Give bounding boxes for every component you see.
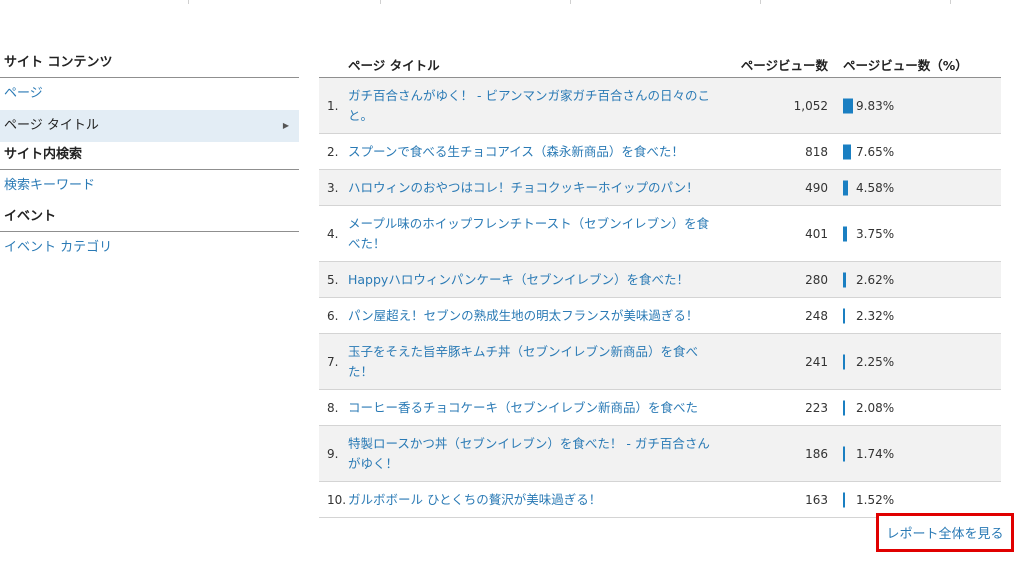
percent-bar — [843, 308, 845, 323]
percent-value: 1.52% — [856, 492, 895, 507]
sidebar-item-page[interactable]: ページ — [0, 78, 299, 110]
page-title-link[interactable]: 玉子をそえた旨辛豚キムチ丼（セブンイレブン新商品）を食べた！ — [348, 342, 718, 382]
section-header-events: イベント — [0, 204, 299, 232]
percent-value: 3.75% — [856, 226, 895, 241]
percent-bar — [843, 226, 847, 241]
section-header-site-content: サイト コンテンツ — [0, 50, 299, 78]
row-number: 1. — [327, 98, 339, 113]
pageviews-value: 163 — [805, 492, 828, 507]
table-row: 8. コーヒー香るチョコケーキ（セブンイレブン新商品）を食べた 223 2.08… — [319, 390, 1001, 426]
row-number: 10. — [327, 492, 347, 507]
percent-value: 2.08% — [856, 400, 895, 415]
row-number: 6. — [327, 308, 339, 323]
table-row: 5. Happyハロウィンパンケーキ（セブンイレブン）を食べた！ 280 2.6… — [319, 262, 1001, 298]
sidebar-item-label: ページ タイトル — [4, 118, 99, 133]
sidebar-item-event-category[interactable]: イベント カテゴリ — [0, 232, 299, 264]
percent-bar — [843, 400, 845, 415]
page-title-link[interactable]: Happyハロウィンパンケーキ（セブンイレブン）を食べた！ — [348, 270, 718, 290]
section-header-site-search: サイト内検索 — [0, 142, 299, 170]
percent-value: 4.58% — [856, 180, 895, 195]
page-title-link[interactable]: コーヒー香るチョコケーキ（セブンイレブン新商品）を食べた — [348, 398, 718, 418]
top-divider — [760, 0, 761, 4]
row-number: 8. — [327, 400, 339, 415]
pageviews-value: 241 — [805, 354, 828, 369]
page-title-link[interactable]: ハロウィンのおやつはコレ！チョコクッキーホイップのパン！ — [348, 178, 718, 198]
row-number: 5. — [327, 272, 339, 287]
top-divider — [188, 0, 189, 4]
percent-bar — [843, 446, 845, 461]
table-row: 9. 特製ロースかつ丼（セブンイレブン）を食べた！ - ガチ百合さんがゆく！ 1… — [319, 426, 1001, 482]
percent-value: 9.83% — [856, 98, 895, 113]
chevron-right-icon: ▶ — [282, 121, 289, 130]
pageviews-value: 490 — [805, 180, 828, 195]
page-title-link[interactable]: メープル味のホイップフレンチトースト（セブンイレブン）を食べた！ — [348, 214, 718, 254]
sidebar: サイト コンテンツ ページ ページ タイトル ▶ サイト内検索 検索キーワード … — [0, 50, 299, 264]
top-divider — [380, 0, 381, 4]
pageviews-value: 223 — [805, 400, 828, 415]
column-header-title: ページ タイトル — [348, 58, 440, 73]
row-number: 2. — [327, 144, 339, 159]
row-number: 4. — [327, 226, 339, 241]
page-title-link[interactable]: ガルボボール ひとくちの贅沢が美味過ぎる！ — [348, 490, 718, 510]
top-divider — [950, 0, 951, 4]
column-header-percent: ページビュー数（%） — [843, 58, 968, 73]
table-header: ページ タイトル ページビュー数 ページビュー数（%） — [319, 50, 1001, 78]
row-number: 9. — [327, 446, 339, 461]
pageviews-value: 248 — [805, 308, 828, 323]
pageviews-value: 401 — [805, 226, 828, 241]
table-row: 1. ガチ百合さんがゆく！ - ビアンマンガ家ガチ百合さんの日々のこと。 1,0… — [319, 78, 1001, 134]
percent-bar — [843, 354, 845, 369]
table-row: 6. パン屋超え！セブンの熟成生地の明太フランスが美味過ぎる！ 248 2.32… — [319, 298, 1001, 334]
table-row: 2. スプーンで食べる生チョコアイス（森永新商品）を食べた！ 818 7.65% — [319, 134, 1001, 170]
column-header-views: ページビュー数 — [740, 58, 828, 73]
row-number: 7. — [327, 354, 339, 369]
percent-bar — [843, 98, 853, 113]
page-title-link[interactable]: 特製ロースかつ丼（セブンイレブン）を食べた！ - ガチ百合さんがゆく！ — [348, 434, 718, 474]
pageviews-value: 186 — [805, 446, 828, 461]
sidebar-item-search-keyword[interactable]: 検索キーワード — [0, 170, 299, 202]
row-number: 3. — [327, 180, 339, 195]
table-row: 3. ハロウィンのおやつはコレ！チョコクッキーホイップのパン！ 490 4.58… — [319, 170, 1001, 206]
page-title-link[interactable]: ガチ百合さんがゆく！ - ビアンマンガ家ガチ百合さんの日々のこと。 — [348, 86, 718, 126]
percent-value: 2.25% — [856, 354, 895, 369]
page-title-link[interactable]: スプーンで食べる生チョコアイス（森永新商品）を食べた！ — [348, 142, 718, 162]
percent-bar — [843, 492, 845, 507]
page-title-link[interactable]: パン屋超え！セブンの熟成生地の明太フランスが美味過ぎる！ — [348, 306, 718, 326]
percent-bar — [843, 272, 846, 287]
percent-value: 7.65% — [856, 144, 895, 159]
table-row: 7. 玉子をそえた旨辛豚キムチ丼（セブンイレブン新商品）を食べた！ 241 2.… — [319, 334, 1001, 390]
pageviews-value: 280 — [805, 272, 828, 287]
pageviews-value: 818 — [805, 144, 828, 159]
pageviews-value: 1,052 — [793, 98, 828, 113]
report-table: ページ タイトル ページビュー数 ページビュー数（%） 1. ガチ百合さんがゆく… — [319, 50, 1001, 518]
table-row: 4. メープル味のホイップフレンチトースト（セブンイレブン）を食べた！ 401 … — [319, 206, 1001, 262]
percent-bar — [843, 144, 851, 159]
sidebar-item-page-title[interactable]: ページ タイトル ▶ — [0, 110, 299, 142]
percent-value: 1.74% — [856, 446, 895, 461]
percent-value: 2.32% — [856, 308, 895, 323]
percent-value: 2.62% — [856, 272, 895, 287]
top-divider — [570, 0, 571, 4]
percent-bar — [843, 180, 848, 195]
view-full-report-link[interactable]: レポート全体を見る — [876, 513, 1014, 552]
